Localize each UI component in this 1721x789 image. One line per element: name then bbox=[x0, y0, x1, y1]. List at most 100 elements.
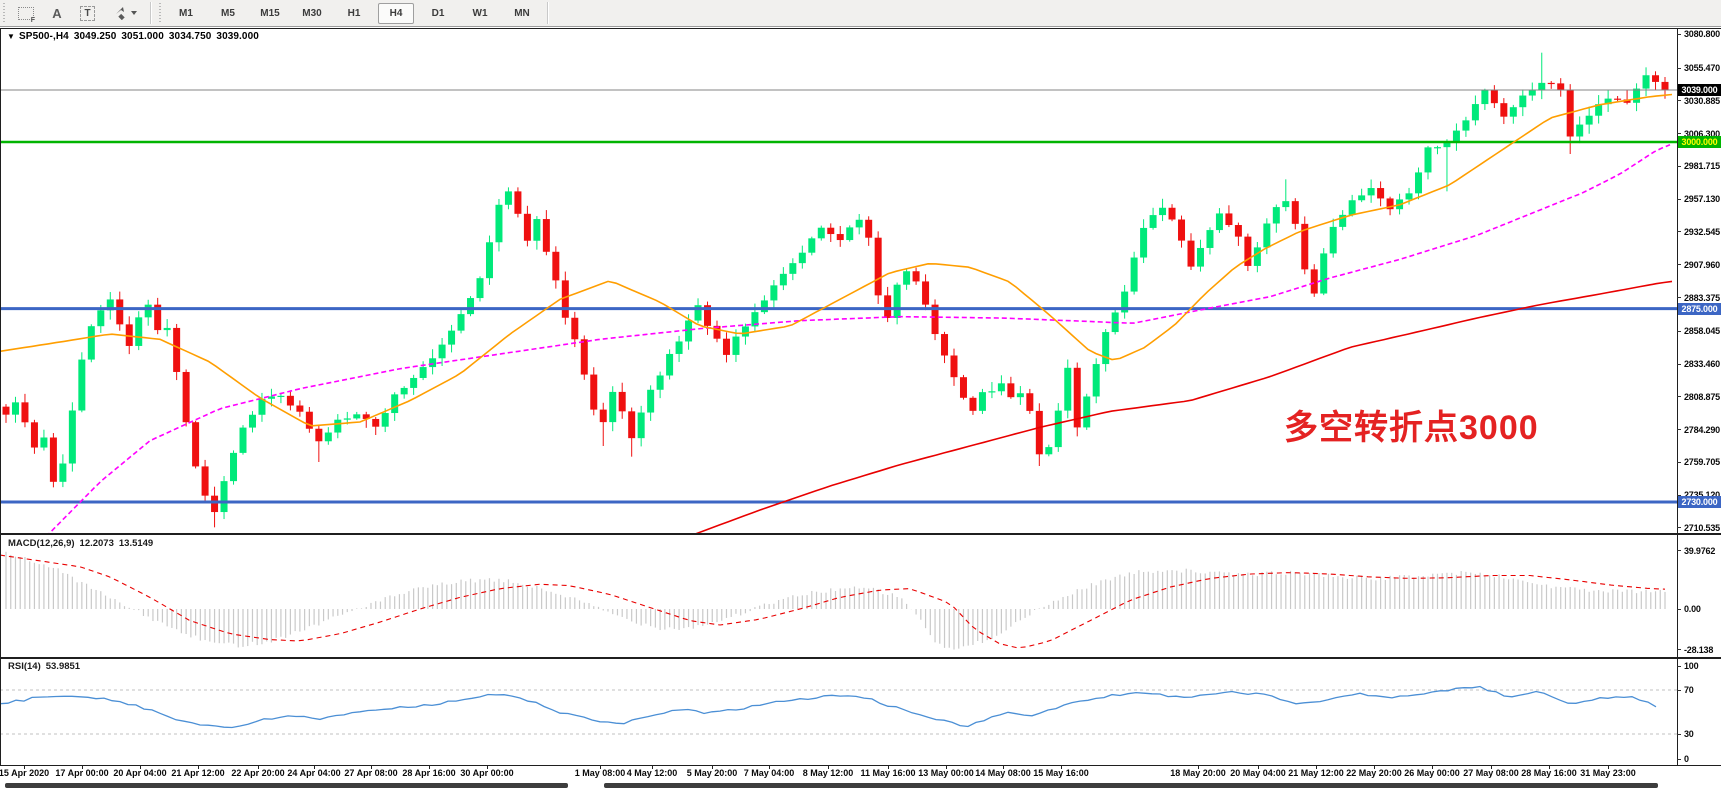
chart-annotation-text[interactable]: 多空转折点3000 bbox=[1284, 400, 1539, 449]
candlesticks bbox=[3, 53, 1669, 528]
price-tick-label: 2858.045 bbox=[1684, 326, 1720, 336]
macd-tick-mark bbox=[1677, 649, 1681, 650]
rsi-tick-mark bbox=[1677, 759, 1681, 760]
price-tick-mark bbox=[1677, 231, 1681, 232]
chevron-down-icon[interactable]: ▼ bbox=[7, 32, 15, 41]
time-tick-label: 27 May 08:00 bbox=[1463, 768, 1519, 778]
price-tick-label: 2981.715 bbox=[1684, 161, 1720, 171]
price-tick-label: 3055.470 bbox=[1684, 63, 1720, 73]
time-tick-label: 22 May 20:00 bbox=[1346, 768, 1402, 778]
price-badge-3039.000: 3039.000 bbox=[1678, 84, 1721, 96]
price-tick-mark bbox=[1677, 199, 1681, 200]
time-tick-label: 20 May 04:00 bbox=[1230, 768, 1286, 778]
macd-tick-mark bbox=[1677, 550, 1681, 551]
price-tick-mark bbox=[1677, 396, 1681, 397]
rsi-tick-label: 0 bbox=[1684, 754, 1689, 764]
time-tick-label: 31 May 23:00 bbox=[1580, 768, 1636, 778]
price-badge-3000.000: 3000.000 bbox=[1678, 136, 1721, 148]
rsi-tick-mark bbox=[1677, 690, 1681, 691]
time-tick-label: 7 May 04:00 bbox=[744, 768, 795, 778]
rsi-name: RSI(14) bbox=[8, 661, 41, 672]
time-tick-label: 28 May 16:00 bbox=[1521, 768, 1577, 778]
bottom-bar-segment bbox=[604, 783, 1658, 788]
arrows-tool-button[interactable] bbox=[106, 3, 144, 24]
price-tick-mark bbox=[1677, 297, 1681, 298]
rsi-label: RSI(14)53.9851 bbox=[8, 661, 85, 672]
text-label-tool-icon[interactable]: T bbox=[73, 3, 102, 24]
macd-tick-label: 0.00 bbox=[1684, 604, 1701, 614]
rsi-tick-mark bbox=[1677, 666, 1681, 667]
text-tool-icon[interactable]: A bbox=[45, 3, 69, 24]
time-tick-label: 18 May 20:00 bbox=[1170, 768, 1226, 778]
rsi-tick-label: 100 bbox=[1684, 661, 1698, 671]
timeframe-button-W1[interactable]: W1 bbox=[462, 3, 498, 24]
toolbar-separator bbox=[150, 2, 152, 24]
toolbar-drag-handle[interactable] bbox=[2, 3, 6, 23]
toolbar-drag-handle[interactable] bbox=[158, 3, 162, 23]
price-tick-mark bbox=[1677, 34, 1681, 35]
rsi-chart[interactable] bbox=[0, 659, 1677, 765]
price-tick-label: 2808.875 bbox=[1684, 392, 1720, 402]
macd-label: MACD(12,26,9)12.207313.5149 bbox=[8, 538, 158, 549]
ma-fast-line bbox=[0, 95, 1672, 426]
time-tick-label: 21 May 12:00 bbox=[1288, 768, 1344, 778]
arrows-tool-icon bbox=[113, 6, 127, 20]
macd-chart[interactable] bbox=[0, 535, 1677, 657]
candlestick-chart[interactable] bbox=[0, 28, 1677, 533]
time-tick-label: 4 May 12:00 bbox=[627, 768, 678, 778]
time-tick-label: 30 Apr 00:00 bbox=[460, 768, 513, 778]
time-tick-label: 27 Apr 08:00 bbox=[344, 768, 397, 778]
timeframe-button-M1[interactable]: M1 bbox=[168, 3, 204, 24]
timeframe-button-M5[interactable]: M5 bbox=[210, 3, 246, 24]
time-tick-label: 17 Apr 00:00 bbox=[55, 768, 108, 778]
dropdown-caret-icon bbox=[131, 11, 137, 15]
time-tick-label: 15 Apr 2020 bbox=[0, 768, 49, 778]
price-tick-label: 3080.800 bbox=[1684, 29, 1720, 39]
ohlc-close: 3039.000 bbox=[216, 31, 259, 42]
chart-top-border bbox=[0, 28, 1721, 29]
timeframe-button-M30[interactable]: M30 bbox=[294, 3, 330, 24]
timeframe-button-MN[interactable]: MN bbox=[504, 3, 540, 24]
time-tick-label: 13 May 00:00 bbox=[918, 768, 974, 778]
price-tick-mark bbox=[1677, 100, 1681, 101]
time-tick-label: 26 May 00:00 bbox=[1404, 768, 1460, 778]
time-tick-label: 15 May 16:00 bbox=[1033, 768, 1089, 778]
macd-rsi-divider bbox=[0, 657, 1721, 659]
letter-a-glyph: A bbox=[52, 6, 61, 21]
ohlc-high: 3051.000 bbox=[121, 31, 164, 42]
macd-name: MACD(12,26,9) bbox=[8, 538, 75, 549]
price-tick-label: 2883.375 bbox=[1684, 293, 1720, 303]
time-tick-label: 22 Apr 20:00 bbox=[231, 768, 284, 778]
timeframe-button-H4[interactable]: H4 bbox=[378, 3, 414, 24]
time-tick-label: 14 May 08:00 bbox=[975, 768, 1031, 778]
price-tick-mark bbox=[1677, 364, 1681, 365]
price-tick-label: 2710.535 bbox=[1684, 523, 1720, 533]
window-left-border bbox=[0, 28, 1, 766]
timeframe-button-D1[interactable]: D1 bbox=[420, 3, 456, 24]
bottom-bar-segment bbox=[5, 783, 568, 788]
toolbar-separator bbox=[547, 2, 549, 24]
rsi-line bbox=[0, 687, 1656, 728]
macd-signal-value: 13.5149 bbox=[119, 538, 153, 549]
price-tick-mark bbox=[1677, 68, 1681, 69]
price-tick-label: 2932.545 bbox=[1684, 227, 1720, 237]
time-tick-label: 11 May 16:00 bbox=[860, 768, 915, 778]
rsi-tick-mark bbox=[1677, 734, 1681, 735]
time-tick-label: 5 May 20:00 bbox=[687, 768, 738, 778]
price-tick-label: 2784.290 bbox=[1684, 425, 1720, 435]
price-tick-mark bbox=[1677, 166, 1681, 167]
price-tick-mark bbox=[1677, 527, 1681, 528]
ohlc-open: 3049.250 bbox=[74, 31, 117, 42]
macd-histogram bbox=[6, 552, 1665, 650]
price-badge-2730.000: 2730.000 bbox=[1678, 496, 1721, 508]
grid-f-icon[interactable]: F bbox=[11, 3, 41, 24]
macd-tick-label: 39.9762 bbox=[1684, 546, 1715, 556]
main-macd-divider bbox=[0, 533, 1721, 535]
price-tick-mark bbox=[1677, 264, 1681, 265]
symbol-header[interactable]: ▼SP500-,H43049.2503051.0003034.7503039.0… bbox=[7, 31, 264, 42]
price-tick-label: 2957.130 bbox=[1684, 194, 1720, 204]
timeframe-button-H1[interactable]: H1 bbox=[336, 3, 372, 24]
symbol-name: SP500-,H4 bbox=[19, 31, 69, 42]
timeframe-button-M15[interactable]: M15 bbox=[252, 3, 288, 24]
timeframe-group: M1 M5 M15 M30 H1 H4 D1 W1 MN bbox=[165, 3, 543, 24]
